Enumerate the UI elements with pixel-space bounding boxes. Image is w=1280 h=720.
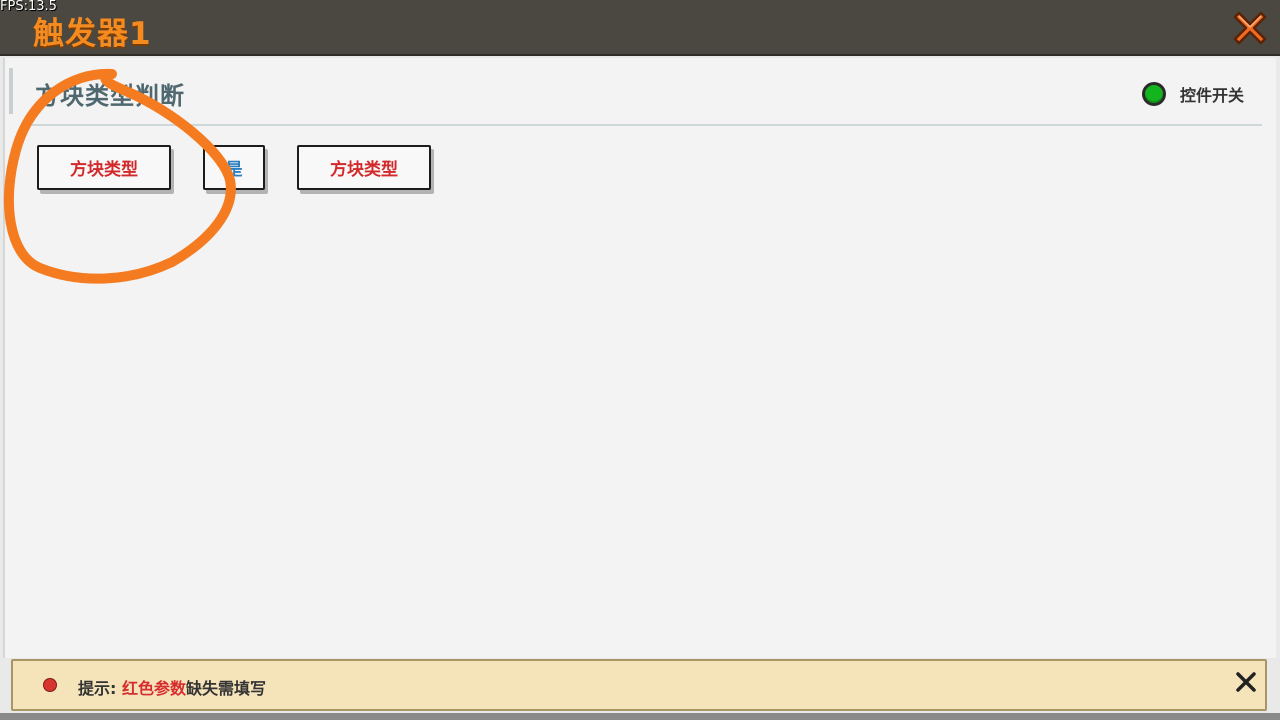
panel-accent-bar: [9, 68, 13, 114]
warning-dot-icon: [43, 678, 57, 692]
close-icon[interactable]: [1228, 6, 1272, 50]
hint-bar: 提示: 红色参数缺失需填写: [11, 659, 1267, 711]
hint-highlight: 红色参数: [121, 679, 186, 698]
param-block-type-right-button[interactable]: 方块类型: [297, 145, 431, 190]
section-divider: [32, 124, 1262, 126]
bottom-edge: [0, 713, 1280, 720]
fps-counter: FPS:13.5: [0, 0, 57, 14]
control-switch[interactable]: 控件开关: [1142, 80, 1244, 108]
hint-text: 提示: 红色参数缺失需填写: [78, 675, 266, 699]
window-title: 触发器1: [33, 16, 152, 52]
control-switch-label: 控件开关: [1180, 86, 1245, 105]
title-bar: 触发器1: [0, 0, 1280, 56]
hint-prefix: 提示:: [78, 679, 117, 698]
hint-suffix: 缺失需填写: [186, 679, 267, 698]
trigger-panel: 方块类型判断 控件开关 方块类型 是 方块类型: [3, 58, 1276, 658]
param-comparator-button[interactable]: 是: [203, 145, 265, 190]
section-title: 方块类型判断: [35, 82, 185, 110]
switch-on-indicator-icon[interactable]: [1142, 82, 1166, 106]
param-block-type-left-button[interactable]: 方块类型: [37, 145, 171, 190]
hint-close-icon[interactable]: [1233, 669, 1259, 695]
